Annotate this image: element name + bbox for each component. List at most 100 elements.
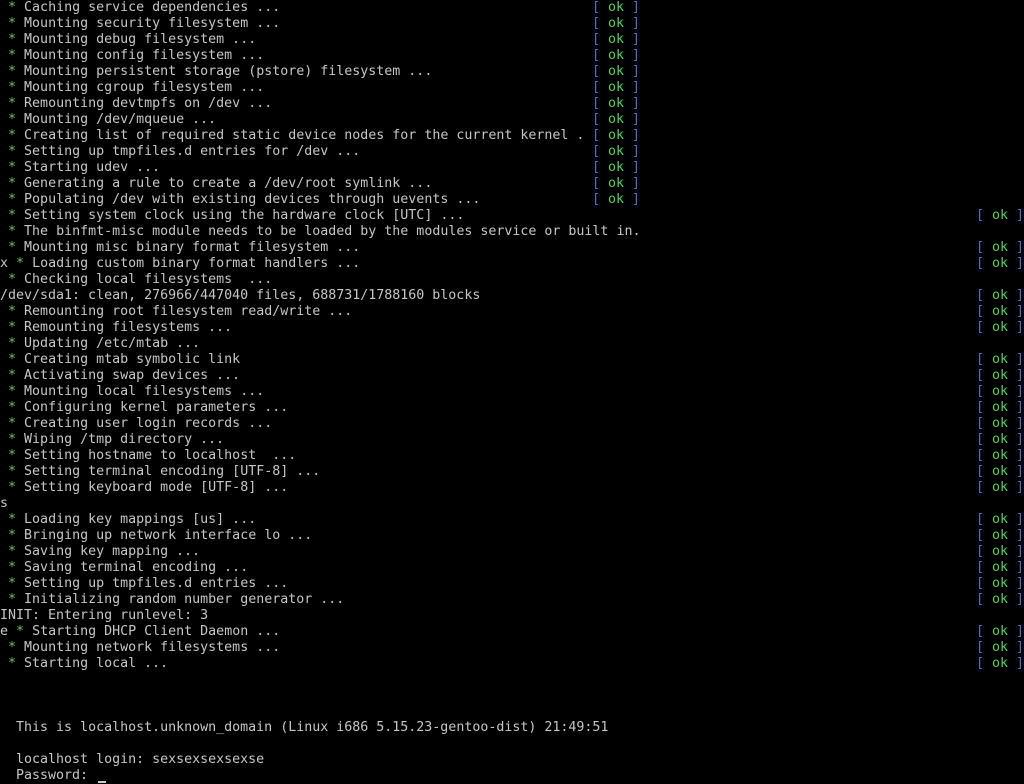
status-star-icon: * [8,32,17,47]
ok-status-badge: [ ok ] [976,384,1024,400]
status-open-bracket: [ [976,560,993,575]
status-open-bracket: [ [592,144,609,159]
status-star-icon: * [8,592,17,607]
status-ok-label: ok [608,112,625,127]
status-ok-label: ok [992,208,1009,223]
status-star-icon: * [8,128,17,143]
status-ok-label: ok [992,384,1009,399]
boot-line: * Activating swap devices ... [ ok ] [0,368,1024,384]
line-message: Remounting root filesystem read/write ..… [24,304,353,319]
boot-line: * Bringing up network interface lo ... [ … [0,528,1024,544]
ok-status-badge: [ ok ] [592,176,640,192]
line-message: Generating a rule to create a /dev/root … [24,176,433,191]
status-star-icon: * [8,208,17,223]
line-message: Mounting debug filesystem ... [24,32,257,47]
status-ok-label: ok [992,352,1009,367]
status-star-icon: * [8,560,17,575]
status-open-bracket: [ [976,400,993,415]
status-star-icon: * [8,144,17,159]
line-message: Starting local ... [24,656,169,671]
status-open-bracket: [ [592,64,609,79]
ok-status-badge: [ ok ] [976,656,1024,672]
status-close-bracket: ] [624,112,641,127]
status-open-bracket: [ [592,16,609,31]
status-close-bracket: ] [1008,656,1024,671]
status-open-bracket: [ [976,480,993,495]
line-message: Starting udev ... [24,160,161,175]
status-ok-label: ok [992,240,1009,255]
boot-line: * Generating a rule to create a /dev/roo… [0,176,1024,192]
line-message: Mounting misc binary format filesystem .… [24,240,361,255]
status-open-bracket: [ [976,288,993,303]
status-ok-label: ok [992,464,1009,479]
status-close-bracket: ] [1008,480,1024,495]
boot-line: * Setting terminal encoding [UTF-8] ... [… [0,464,1024,480]
status-ok-label: ok [608,192,625,207]
boot-line: INIT: Entering runlevel: 3 [0,608,1024,624]
ok-status-badge: [ ok ] [592,192,640,208]
boot-line: * Setting up tmpfiles.d entries for /dev… [0,144,1024,160]
status-star-icon: * [8,384,17,399]
status-ok-label: ok [992,592,1009,607]
ok-status-badge: [ ok ] [976,512,1024,528]
ok-status-badge: [ ok ] [976,528,1024,544]
status-open-bracket: [ [592,32,609,47]
login-prompt-line[interactable]: localhost login: sexsexsexsexse [0,736,1024,767]
ok-status-badge: [ ok ] [592,96,640,112]
status-close-bracket: ] [1008,368,1024,383]
password-prompt-line[interactable]: Password: [0,752,1024,783]
status-ok-label: ok [992,304,1009,319]
line-message: Bringing up network interface lo ... [24,528,313,543]
boot-line: * The binfmt-misc module needs to be loa… [0,224,1024,240]
line-message: /dev/sda1: clean, 276966/447040 files, 6… [0,288,481,303]
status-open-bracket: [ [976,592,993,607]
line-message: Checking local filesystems ... [24,272,273,287]
boot-line: * Setting up tmpfiles.d entries ... [ ok … [0,576,1024,592]
boot-line: * Caching service dependencies ... [ ok ] [0,0,1024,16]
line-message: Initializing random number generator ... [24,592,345,607]
boot-line: * Wiping /tmp directory ... [ ok ] [0,432,1024,448]
status-ok-label: ok [992,544,1009,559]
line-message: s [0,496,9,511]
boot-line: * Mounting misc binary format filesystem… [0,240,1024,256]
status-open-bracket: [ [976,464,993,479]
status-close-bracket: ] [624,96,641,111]
status-close-bracket: ] [1008,240,1024,255]
status-close-bracket: ] [1008,592,1024,607]
line-message: Starting DHCP Client Daemon ... [32,624,281,639]
status-open-bracket: [ [976,416,993,431]
boot-line: * Setting system clock using the hardwar… [0,208,1024,224]
boot-line: * Setting keyboard mode [UTF-8] ... [ ok … [0,480,1024,496]
boot-line: * Mounting config filesystem ... [ ok ] [0,48,1024,64]
status-close-bracket: ] [1008,624,1024,639]
status-close-bracket: ] [1008,432,1024,447]
line-message: Creating list of required static device … [24,128,585,143]
status-star-icon: * [8,192,17,207]
status-open-bracket: [ [976,208,993,223]
line-message: Mounting config filesystem ... [24,48,265,63]
status-ok-label: ok [608,160,625,175]
boot-line: * Mounting security filesystem ... [ ok ] [0,16,1024,32]
status-open-bracket: [ [976,384,993,399]
status-ok-label: ok [608,144,625,159]
status-close-bracket: ] [1008,320,1024,335]
ok-status-badge: [ ok ] [592,32,640,48]
ok-status-badge: [ ok ] [976,544,1024,560]
status-ok-label: ok [992,400,1009,415]
status-open-bracket: [ [976,432,993,447]
status-star-icon: * [8,448,17,463]
status-star-icon: * [8,656,17,671]
system-banner: This is localhost.unknown_domain (Linux … [0,704,1024,735]
line-message: Wiping /tmp directory ... [24,432,225,447]
status-ok-label: ok [992,656,1009,671]
status-star-icon: * [8,0,17,15]
status-ok-label: ok [608,48,625,63]
line-message: Mounting /dev/mqueue ... [24,112,217,127]
ok-status-badge: [ ok ] [976,640,1024,656]
status-star-icon: * [8,64,17,79]
status-star-icon: * [16,256,25,271]
boot-line: * Initializing random number generator .… [0,592,1024,608]
status-close-bracket: ] [624,48,641,63]
status-close-bracket: ] [1008,352,1024,367]
boot-line: * Setting hostname to localhost ... [ ok … [0,448,1024,464]
